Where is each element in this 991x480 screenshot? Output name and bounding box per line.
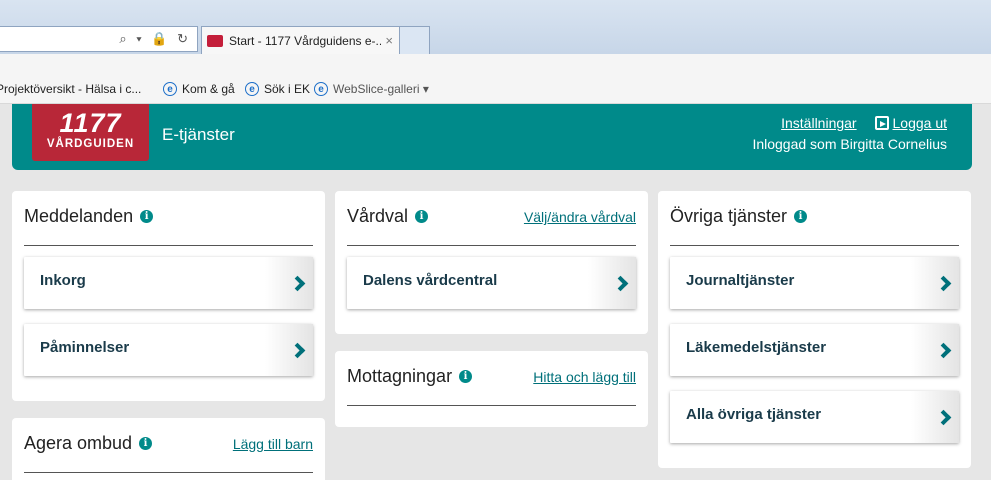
add-child-link[interactable]: Lägg till barn bbox=[233, 436, 313, 452]
list-item-alla-ovriga[interactable]: Alla övriga tjänster bbox=[670, 391, 959, 443]
address-bar[interactable]: ⌕ ▾ 🔒 ↻ bbox=[0, 26, 198, 52]
ie-icon: e bbox=[163, 82, 177, 96]
info-icon[interactable]: i bbox=[140, 210, 154, 223]
list-item-dalens[interactable]: Dalens vårdcentral bbox=[347, 257, 636, 309]
browser-chrome: ⌕ ▾ 🔒 ↻ Start - 1177 Vårdguidens e-... × bbox=[0, 0, 991, 54]
divider bbox=[670, 245, 959, 246]
card-meddelanden: Meddelanden i Inkorg Påminnelser bbox=[12, 191, 325, 401]
chevron-right-icon[interactable] bbox=[588, 257, 636, 309]
list-item-lakemedel[interactable]: Läkemedelstjänster bbox=[670, 324, 959, 376]
card-vardval: Vårdval i Välj/ändra vårdval Dalens vård… bbox=[335, 191, 648, 334]
divider bbox=[347, 405, 636, 406]
tab-title: Start - 1177 Vårdguidens e-... bbox=[229, 33, 382, 48]
card-agera-ombud: Agera ombud i Lägg till barn bbox=[12, 418, 325, 480]
divider bbox=[24, 245, 313, 246]
favorite-item[interactable]: e WebSlice-galleri ▾ bbox=[314, 82, 429, 96]
ie-icon: e bbox=[245, 82, 259, 96]
address-bar-icons[interactable]: ⌕ ▾ 🔒 ↻ bbox=[119, 31, 191, 47]
favorite-item[interactable]: Projektöversikt - Hälsa i c... bbox=[0, 82, 141, 96]
chevron-right-icon[interactable] bbox=[911, 257, 959, 309]
info-icon[interactable]: i bbox=[415, 210, 429, 223]
favorites-bar: Projektöversikt - Hälsa i c... e Kom & g… bbox=[0, 54, 991, 104]
card-title: Meddelanden i bbox=[24, 206, 154, 227]
find-add-link[interactable]: Hitta och lägg till bbox=[533, 369, 636, 385]
card-title: Mottagningar i bbox=[347, 366, 473, 387]
info-icon[interactable]: i bbox=[459, 370, 473, 383]
settings-link[interactable]: Inställningar bbox=[781, 115, 857, 131]
list-item-paminnelser[interactable]: Påminnelser bbox=[24, 324, 313, 376]
browser-tab[interactable]: Start - 1177 Vårdguidens e-... × bbox=[201, 26, 400, 54]
favicon-icon bbox=[207, 34, 223, 47]
favorite-item[interactable]: e Kom & gå bbox=[163, 82, 235, 96]
new-tab-button[interactable] bbox=[400, 26, 430, 54]
tab-close-icon[interactable]: × bbox=[385, 33, 393, 48]
header-links: Inställningar Logga ut Inloggad som Birg… bbox=[752, 115, 947, 152]
logged-in-text: Inloggad som Birgitta Cornelius bbox=[752, 136, 947, 152]
divider bbox=[347, 245, 636, 246]
logout-link[interactable]: Logga ut bbox=[893, 115, 948, 131]
card-ovriga-tjanster: Övriga tjänster i Journaltjänster Läkeme… bbox=[658, 191, 971, 468]
list-item-journal[interactable]: Journaltjänster bbox=[670, 257, 959, 309]
favorite-item[interactable]: e Sök i EK bbox=[245, 82, 310, 96]
site-header: 1177 VÅRDGUIDEN E-tjänster Inställningar… bbox=[12, 104, 972, 170]
info-icon[interactable]: i bbox=[794, 210, 808, 223]
ie-icon: e bbox=[314, 82, 328, 96]
card-title: Vårdval i bbox=[347, 206, 429, 227]
chevron-right-icon[interactable] bbox=[911, 391, 959, 443]
chevron-right-icon[interactable] bbox=[265, 324, 313, 376]
app-name: E-tjänster bbox=[162, 125, 235, 144]
chevron-right-icon[interactable] bbox=[265, 257, 313, 309]
logo-1177[interactable]: 1177 VÅRDGUIDEN bbox=[32, 104, 149, 161]
card-title: Övriga tjänster i bbox=[670, 206, 808, 227]
card-mottagningar: Mottagningar i Hitta och lägg till bbox=[335, 351, 648, 427]
card-title: Agera ombud i bbox=[24, 433, 153, 454]
chevron-right-icon[interactable] bbox=[911, 324, 959, 376]
logout-icon[interactable] bbox=[874, 116, 889, 130]
divider bbox=[24, 472, 313, 473]
change-vardval-link[interactable]: Välj/ändra vårdval bbox=[524, 209, 636, 225]
info-icon[interactable]: i bbox=[139, 437, 153, 450]
list-item-inkorg[interactable]: Inkorg bbox=[24, 257, 313, 309]
